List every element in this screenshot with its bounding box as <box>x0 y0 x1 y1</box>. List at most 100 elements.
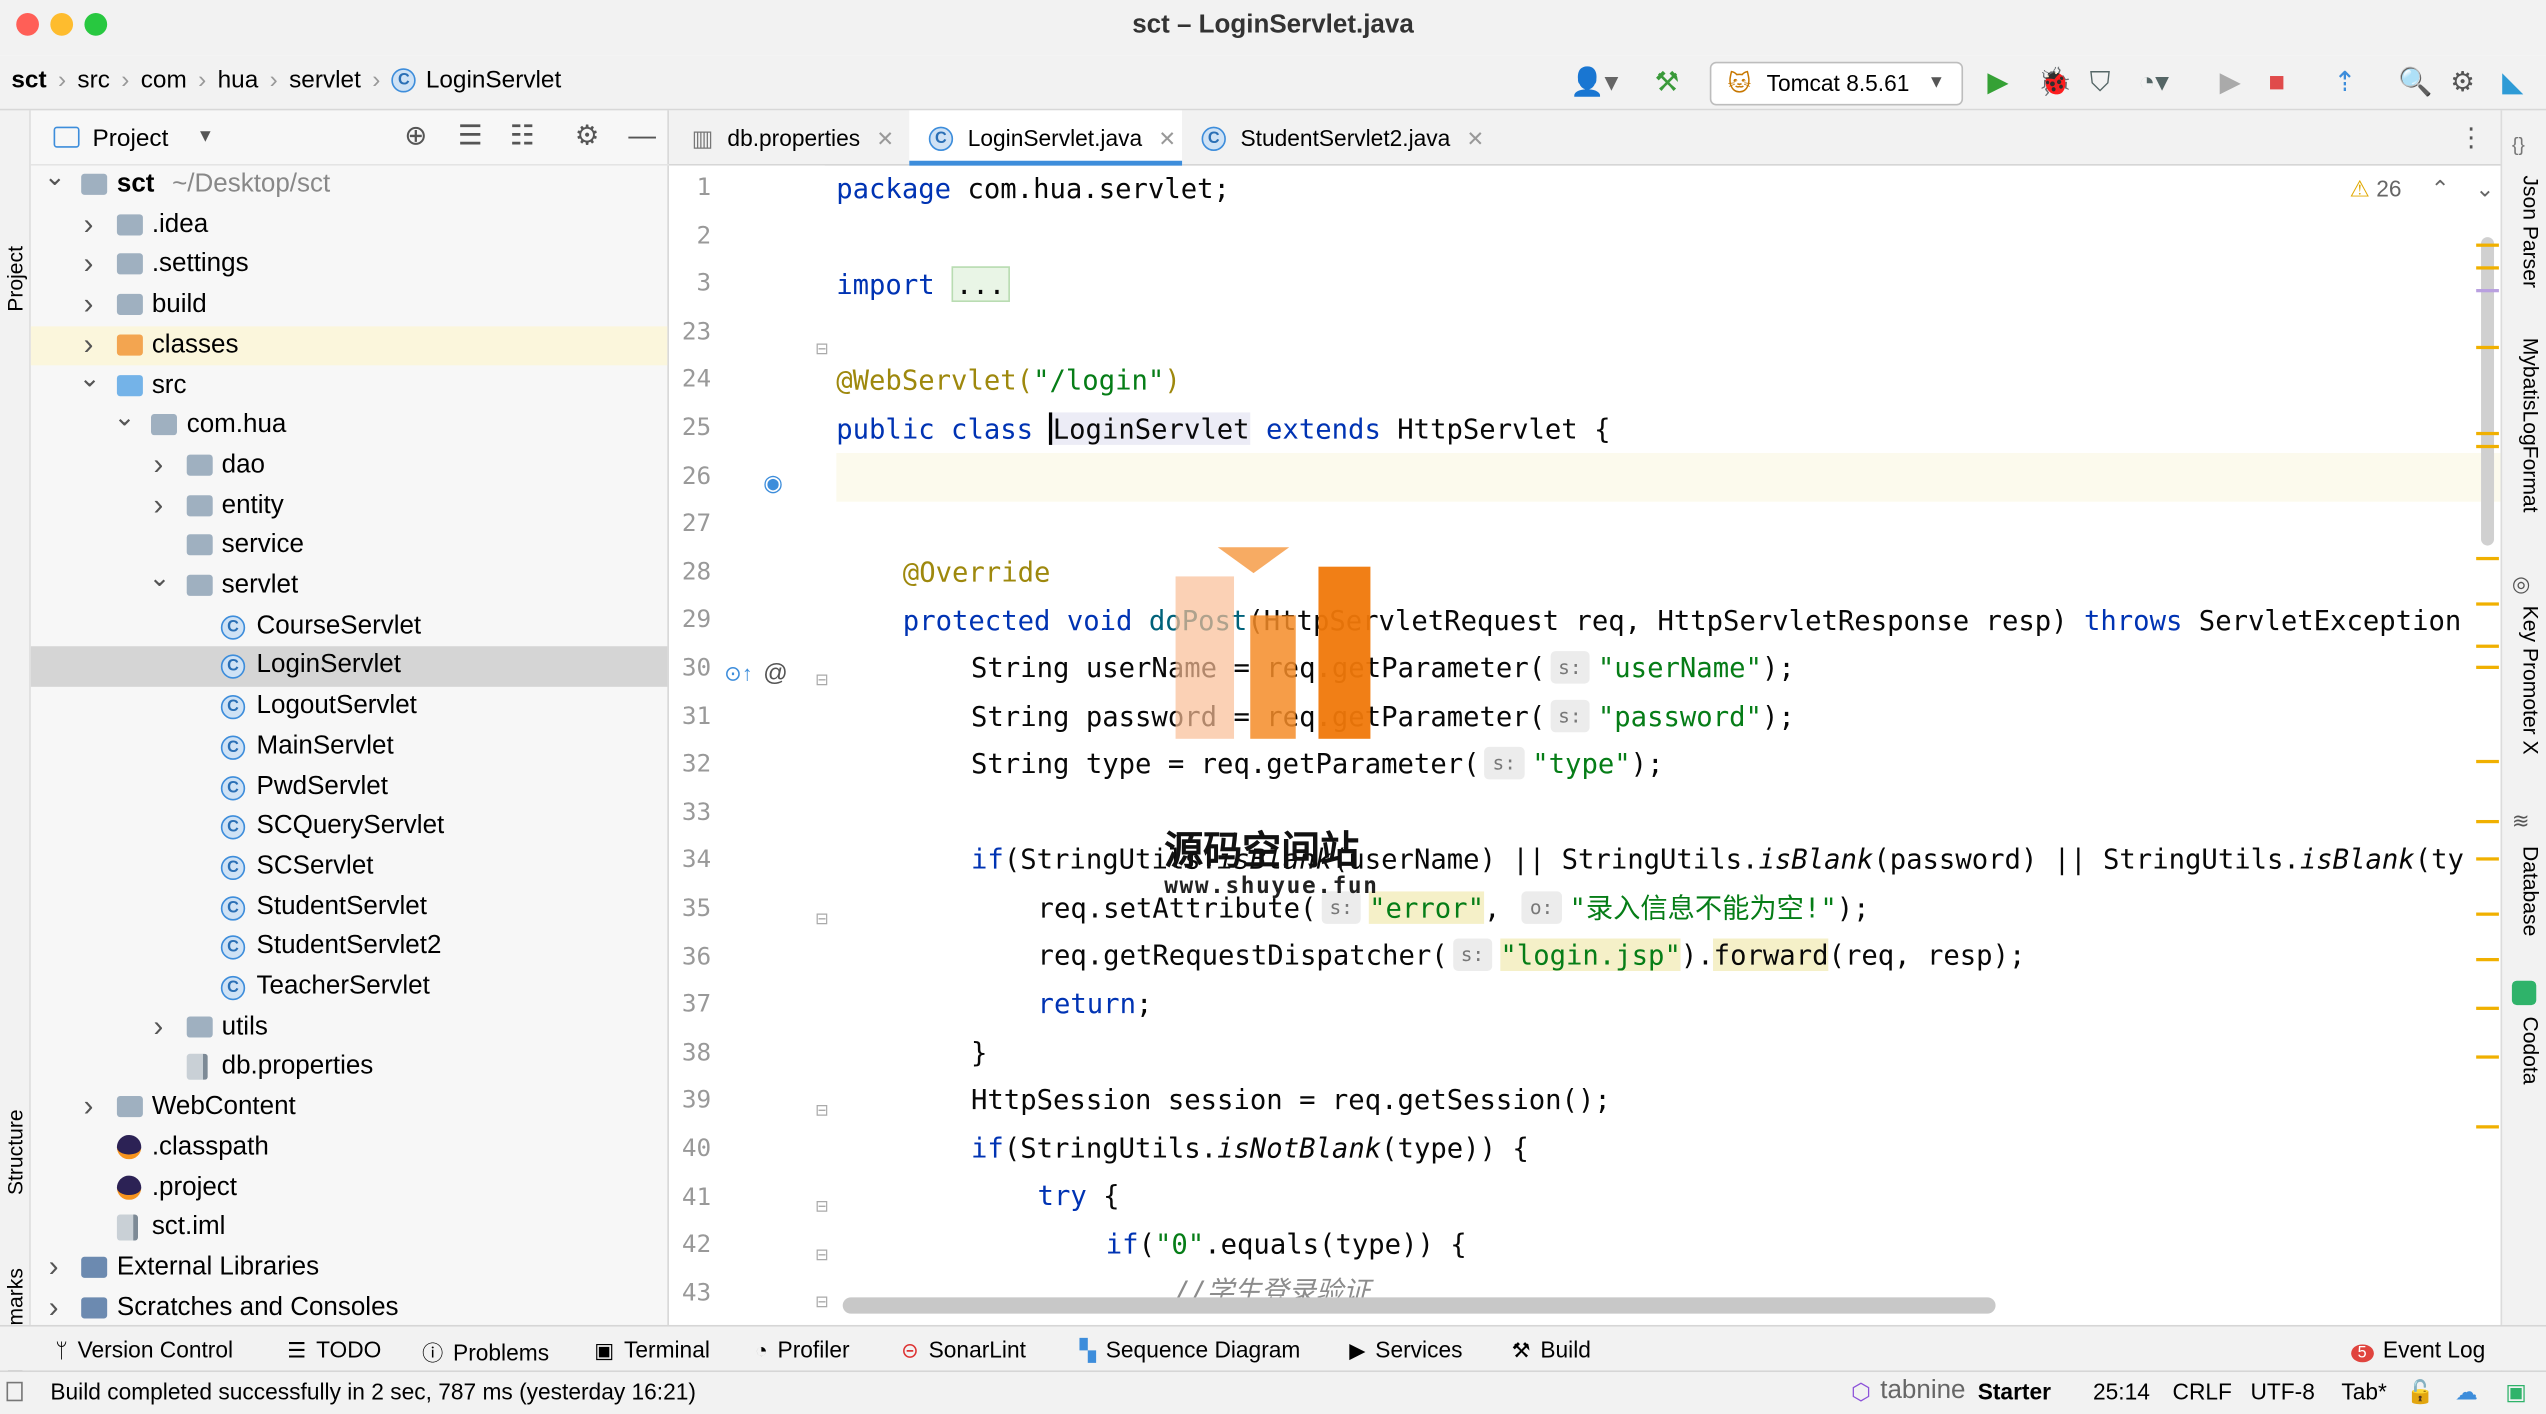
breadcrumb-item-hua[interactable]: hua <box>218 67 259 95</box>
stop-icon[interactable]: ■ <box>2268 67 2285 97</box>
tree-row[interactable]: db.properties <box>31 1048 667 1088</box>
fold-icon[interactable]: ⊟ <box>815 1247 829 1265</box>
collapse-all-icon[interactable]: ☷ <box>510 120 535 152</box>
error-stripe-mark[interactable] <box>2476 444 2499 449</box>
inspection-widget[interactable]: ⚠ 26 ⌃ ⌄ <box>2350 175 2495 203</box>
servlet-gutter-icon[interactable]: ◉ <box>763 469 783 497</box>
previous-highlight-icon[interactable]: ⌃ <box>2431 175 2450 201</box>
services-tool-button[interactable]: ▶ Services <box>1349 1336 1462 1364</box>
tree-row[interactable]: › entity <box>31 486 667 526</box>
annotation-gutter-icon[interactable]: @ <box>763 659 788 687</box>
search-icon[interactable]: 🔍 <box>2398 67 2432 97</box>
line-separator[interactable]: CRLF <box>2173 1379 2232 1405</box>
update-icon[interactable]: ⇡ <box>2333 67 2356 97</box>
fold-icon[interactable]: ⊟ <box>815 1198 829 1216</box>
vertical-scrollbar[interactable] <box>2481 237 2495 546</box>
tabnine-tier[interactable]: Starter <box>1978 1379 2051 1405</box>
tree-row[interactable]: › .settings <box>31 246 667 286</box>
tree-row[interactable]: C LogoutServlet <box>31 687 667 727</box>
build-tool-button[interactable]: ⚒ Build <box>1512 1336 1591 1364</box>
tree-row[interactable]: service <box>31 527 667 567</box>
horizontal-scrollbar[interactable] <box>842 1297 1996 1314</box>
event-log-tool-button[interactable]: 5 Event Log <box>2351 1336 2485 1363</box>
run-disabled-icon[interactable]: ▶ <box>2220 67 2241 97</box>
error-stripe-mark[interactable] <box>2476 266 2499 270</box>
breadcrumb-item-class[interactable]: LoginServlet <box>426 67 561 95</box>
chevron-right-icon[interactable]: › <box>149 485 168 525</box>
tree-row[interactable]: C CourseServlet <box>31 607 667 647</box>
todo-tool-button[interactable]: ☰ TODO <box>287 1336 381 1364</box>
code-area[interactable]: package com.hua.servlet; import ... @Web… <box>836 166 2501 1325</box>
mybatis-log-format-tool-button[interactable]: MybatisLogFormat <box>2518 338 2542 513</box>
tree-row[interactable]: › Scratches and Consoles <box>31 1289 667 1329</box>
chevron-right-icon[interactable]: › <box>79 244 98 284</box>
user-icon[interactable]: 👤▾ <box>1570 67 1618 97</box>
expand-all-icon[interactable]: ☰ <box>458 120 483 152</box>
problems-tool-button[interactable]: ⓘ Problems <box>422 1336 549 1367</box>
panel-toggle-icon[interactable] <box>6 1381 23 1402</box>
breadcrumb-item-servlet[interactable]: servlet <box>289 67 361 95</box>
chevron-down-icon[interactable]: ⌄ <box>79 360 101 400</box>
tab-loginservlet-java[interactable]: C LoginServlet.java ✕ <box>909 110 1183 166</box>
error-stripe-mark[interactable] <box>2476 243 2499 247</box>
error-stripe-mark[interactable] <box>2476 289 2499 293</box>
error-stripe-mark[interactable] <box>2476 1125 2499 1129</box>
caret-position[interactable]: 25:14 <box>2093 1379 2150 1405</box>
tree-row[interactable]: › WebContent <box>31 1088 667 1128</box>
tabnine-label[interactable]: tabnine <box>1880 1377 1965 1406</box>
close-tab-icon[interactable]: ✕ <box>1467 127 1485 151</box>
chevron-right-icon[interactable]: › <box>79 324 98 364</box>
chevron-down-icon[interactable]: ⌄ <box>44 159 66 199</box>
close-tab-icon[interactable]: ✕ <box>1158 127 1176 151</box>
profiler-tool-button[interactable]: ◔ Profiler <box>755 1336 850 1362</box>
error-stripe-mark[interactable] <box>2476 1055 2499 1059</box>
build-hammer-icon[interactable]: ⚒ <box>1655 67 1680 97</box>
error-stripe-mark[interactable] <box>2476 431 2499 436</box>
error-stripe-mark[interactable] <box>2476 665 2499 669</box>
fold-icon[interactable]: ⊟ <box>815 911 829 929</box>
breadcrumb-item-project[interactable]: sct <box>11 67 46 95</box>
settings-gear-icon[interactable]: ⚙ <box>2450 67 2475 97</box>
tree-row[interactable]: .classpath <box>31 1128 667 1168</box>
tree-row[interactable]: C MainServlet <box>31 727 667 767</box>
database-tool-button[interactable]: Database <box>2518 846 2542 936</box>
override-gutter-icon[interactable]: ⊙↑ <box>724 661 752 687</box>
error-stripe-mark[interactable] <box>2476 602 2499 606</box>
tree-row[interactable]: ⌄ servlet <box>31 565 667 607</box>
coverage-icon[interactable]: ⛉ <box>2090 67 2111 97</box>
chevron-right-icon[interactable]: › <box>79 1086 98 1126</box>
tree-row[interactable]: .project <box>31 1168 667 1208</box>
fold-icon[interactable]: ⊟ <box>815 672 829 690</box>
tree-row[interactable]: C PwdServlet <box>31 767 667 807</box>
locate-icon[interactable]: ⊕ <box>404 120 427 152</box>
file-encoding[interactable]: UTF-8 <box>2250 1379 2314 1405</box>
chevron-down-icon[interactable]: ⌄ <box>149 560 171 600</box>
tree-row[interactable]: C StudentServlet <box>31 888 667 928</box>
tab-db-properties[interactable]: ▥ db.properties ✕ <box>669 110 906 165</box>
terminal-tool-button[interactable]: ▣ Terminal <box>594 1336 710 1364</box>
chevron-right-icon[interactable]: › <box>44 1247 63 1287</box>
error-stripe-mark[interactable] <box>2476 345 2499 350</box>
tree-row[interactable]: sct.iml <box>31 1208 667 1248</box>
project-tool-button[interactable]: Project <box>3 246 27 312</box>
error-stripe-mark[interactable] <box>2476 957 2499 962</box>
lock-icon[interactable]: 🔓 <box>2406 1379 2434 1407</box>
chevron-right-icon[interactable]: › <box>79 204 98 244</box>
fold-icon[interactable]: ⊟ <box>815 1294 829 1312</box>
codota-tool-button[interactable]: Codota <box>2518 1016 2542 1084</box>
indent-setting[interactable]: Tab* <box>2341 1379 2387 1405</box>
error-stripe-mark[interactable] <box>2476 556 2499 561</box>
tree-row[interactable]: C StudentServlet2 <box>31 928 667 968</box>
tree-row[interactable]: › build <box>31 286 667 326</box>
key-promoter-tool-button[interactable]: Key Promoter X <box>2518 606 2542 755</box>
tree-row[interactable]: ⌄ sct ~/Desktop/sct <box>31 164 667 206</box>
tree-row[interactable]: › dao <box>31 446 667 486</box>
jetbrains-toolbox-icon[interactable]: ◣ <box>2502 67 2523 97</box>
chevron-right-icon[interactable]: › <box>79 284 98 324</box>
error-stripe-mark[interactable] <box>2476 759 2499 764</box>
tree-row[interactable]: › classes <box>30 324 668 367</box>
run-configuration-select[interactable]: 🐱 Tomcat 8.5.61 ▼ <box>1709 61 1964 106</box>
tree-row[interactable]: ⌄ com.hua <box>31 405 667 446</box>
status-message[interactable]: Build completed successfully in 2 sec, 7… <box>50 1379 696 1405</box>
breadcrumb-item-com[interactable]: com <box>141 67 187 95</box>
